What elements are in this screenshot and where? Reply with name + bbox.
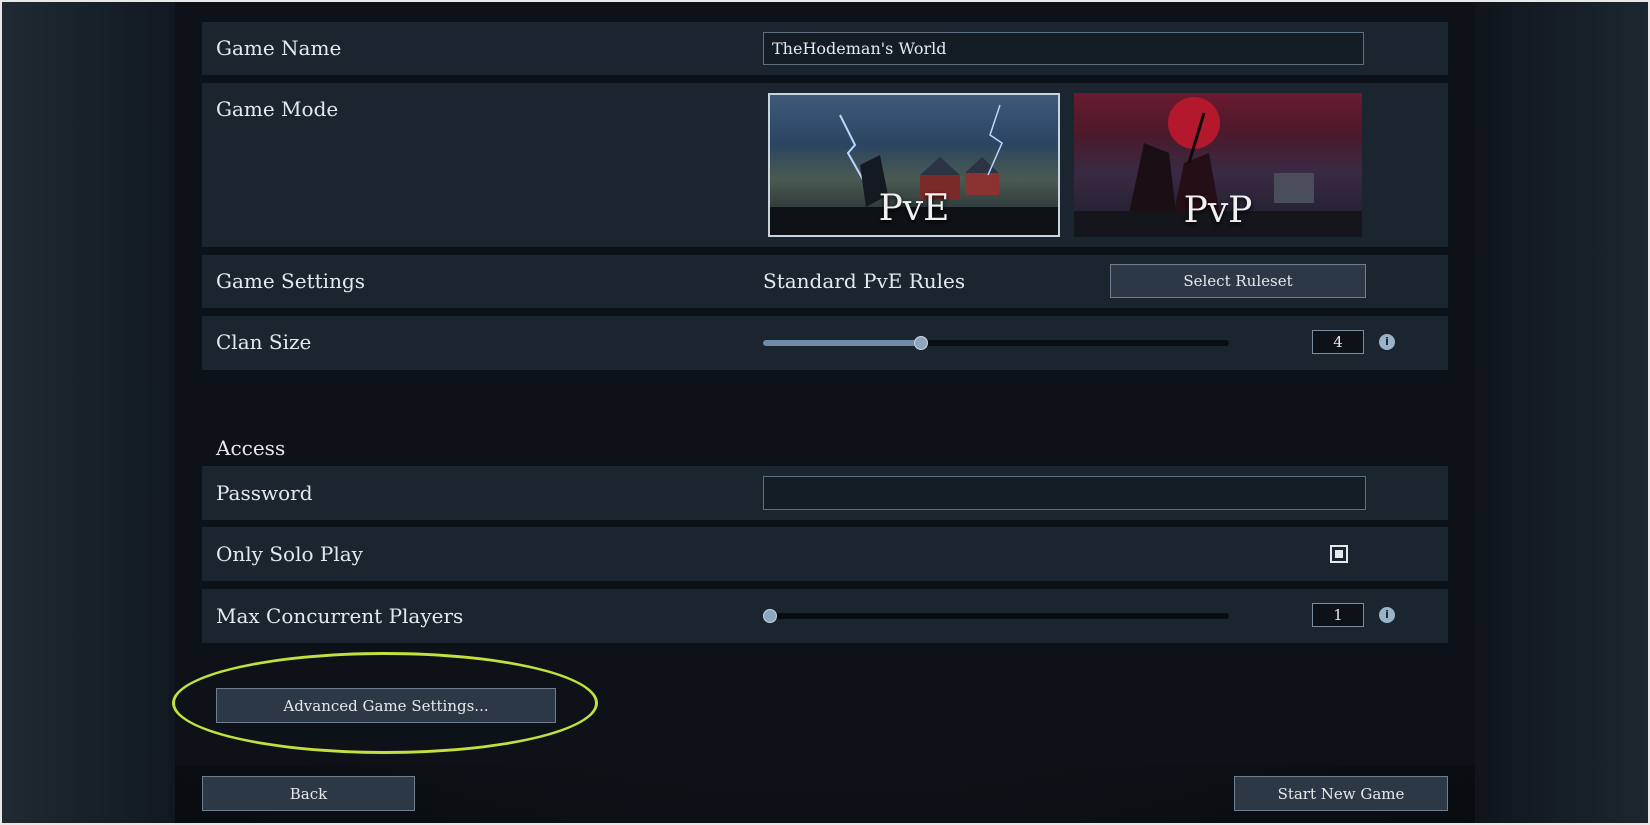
info-icon[interactable]: i <box>1379 334 1395 350</box>
pvp-mode-card[interactable]: PvP <box>1074 93 1362 237</box>
game-settings-row: Game Settings Standard PvE Rules Select … <box>202 255 1448 308</box>
only-solo-play-label: Only Solo Play <box>216 542 363 566</box>
checkbox-checked-icon <box>1335 550 1343 558</box>
pve-mode-card[interactable]: PvE <box>768 93 1060 237</box>
select-ruleset-button[interactable]: Select Ruleset <box>1110 264 1366 298</box>
clan-size-label: Clan Size <box>216 330 312 354</box>
password-input[interactable] <box>763 476 1366 510</box>
background-right <box>1475 0 1650 825</box>
game-mode-label: Game Mode <box>216 97 339 121</box>
clan-size-slider-handle[interactable] <box>914 336 928 350</box>
info-icon[interactable]: i <box>1379 607 1395 623</box>
only-solo-play-row: Only Solo Play <box>202 527 1448 581</box>
password-row: Password <box>202 466 1448 520</box>
game-settings-label: Game Settings <box>216 269 366 293</box>
game-name-input[interactable] <box>763 32 1364 65</box>
advanced-game-settings-button[interactable]: Advanced Game Settings... <box>216 688 556 723</box>
game-mode-row: Game Mode PvE PvP <box>202 83 1448 247</box>
only-solo-play-checkbox[interactable] <box>1330 545 1348 563</box>
start-new-game-button[interactable]: Start New Game <box>1234 776 1448 811</box>
game-name-label: Game Name <box>216 36 342 60</box>
max-players-label: Max Concurrent Players <box>216 604 464 628</box>
max-players-slider-handle[interactable] <box>763 609 777 623</box>
game-name-row: Game Name <box>202 22 1448 75</box>
ruleset-value: Standard PvE Rules <box>763 269 966 293</box>
clan-size-row: Clan Size 4 i <box>202 316 1448 370</box>
back-button[interactable]: Back <box>202 776 415 811</box>
max-players-value[interactable]: 1 <box>1312 603 1364 627</box>
max-players-slider[interactable] <box>763 609 1229 623</box>
clan-size-slider[interactable] <box>763 336 1229 350</box>
max-players-row: Max Concurrent Players 1 i <box>202 589 1448 643</box>
password-label: Password <box>216 481 313 505</box>
clan-size-value[interactable]: 4 <box>1312 330 1364 354</box>
clan-size-slider-fill <box>763 340 921 346</box>
access-section-label: Access <box>216 436 286 460</box>
pve-mode-label: PvE <box>878 188 950 229</box>
background-left <box>0 0 175 825</box>
pvp-mode-label: PvP <box>1183 190 1253 231</box>
